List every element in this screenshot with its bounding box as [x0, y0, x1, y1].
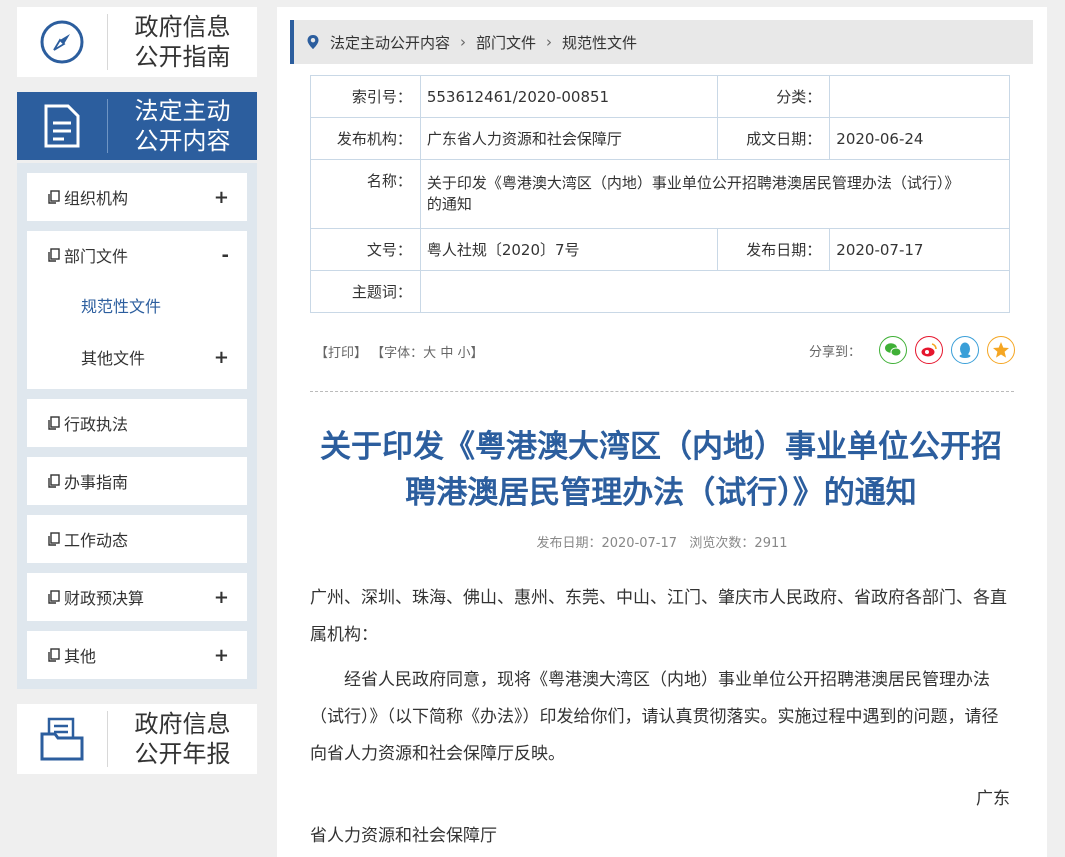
font-size-prefix: 【字体：: [371, 346, 424, 361]
meta-value: [829, 75, 1010, 118]
expand-icon[interactable]: +: [214, 645, 229, 666]
recipients: 广州、深圳、珠海、佛山、惠州、东莞、中山、江门、肇庆市人民政府、省政府各部门、各…: [310, 588, 1007, 645]
article-title: 关于印发《粤港澳大湾区（内地）事业单位公开招 聘港澳居民管理办法（试行）》的通知: [300, 424, 1022, 516]
sidebar-group-department-docs: 部门文件 - 规范性文件 其他文件 +: [27, 231, 247, 389]
article-body: 广州、深圳、珠海、佛山、惠州、东莞、中山、江门、肇庆市人民政府、省政府各部门、各…: [310, 580, 1010, 855]
share-label: 分享到：: [808, 344, 861, 360]
active-title-line2: 公开内容: [134, 127, 231, 155]
meta-value: [419, 270, 1011, 313]
active-disclosure-link[interactable]: 法定主动 公开内容: [17, 92, 257, 160]
meta-value: 粤人社规〔2020〕7号: [419, 228, 719, 271]
sidebar-item-label: 部门文件: [64, 247, 129, 266]
page-icon: [48, 248, 60, 262]
meta-value: 2020-07-17: [829, 228, 1010, 271]
page-icon: [48, 532, 60, 546]
qq-icon[interactable]: [951, 336, 979, 364]
page-icon: [48, 648, 60, 662]
article-toolbar: 【打印】 【字体：大 中 小】 分享到：: [315, 336, 1015, 366]
guide-title-line2: 公开指南: [134, 43, 231, 71]
meta-value: 2020-06-24: [829, 117, 1010, 160]
breadcrumb-item[interactable]: 规范性文件: [562, 32, 637, 53]
meta-label: 发布日期：: [717, 228, 831, 271]
font-large-link[interactable]: 大: [423, 346, 436, 361]
sidebar-item-budget[interactable]: 财政预决算 +: [27, 573, 247, 621]
folder-icon: [17, 716, 107, 762]
page-icon: [48, 190, 60, 204]
meta-value: 广东省人力资源和社会保障厅: [419, 117, 719, 160]
expand-icon[interactable]: +: [214, 187, 229, 208]
paragraph: 经省人民政府同意，现将《粤港澳大湾区（内地）事业单位公开招聘港澳居民管理办法（试…: [310, 670, 999, 764]
compass-icon: [17, 19, 107, 65]
breadcrumb-item[interactable]: 部门文件: [476, 32, 536, 53]
sidebar-item-law-enforcement[interactable]: 行政执法: [27, 399, 247, 447]
chevron-right-icon: ›: [546, 33, 553, 51]
publish-info: 发布日期：2020-07-17 浏览次数：2911: [536, 536, 788, 551]
meta-label: 成文日期：: [717, 117, 831, 160]
sidebar-item-organization[interactable]: 组织机构 +: [27, 173, 247, 221]
signature-line2: 省人力资源和社会保障厅: [310, 826, 497, 846]
sidebar-item-label: 行政执法: [64, 415, 129, 434]
document-icon: [17, 103, 107, 149]
expand-icon[interactable]: +: [214, 587, 229, 608]
chevron-right-icon: ›: [460, 33, 467, 51]
sidebar-item-service-guide[interactable]: 办事指南: [27, 457, 247, 505]
meta-label: 分类：: [717, 75, 831, 118]
breadcrumb: 法定主动公开内容 › 部门文件 › 规范性文件: [290, 20, 1033, 64]
meta-value: 关于印发《粤港澳大湾区（内地）事业单位公开招聘港澳居民管理办法（试行）》的通知: [419, 159, 1011, 229]
annual-title: 政府信息 公开年报: [108, 709, 257, 769]
breadcrumb-item[interactable]: 法定主动公开内容: [330, 32, 450, 53]
page-icon: [48, 474, 60, 488]
meta-label: 名称：: [310, 159, 421, 229]
collapse-icon[interactable]: -: [222, 245, 229, 266]
meta-value: 553612461/2020-00851: [419, 75, 719, 118]
meta-label: 索引号：: [310, 75, 421, 118]
sidebar-item-label: 组织机构: [64, 189, 129, 208]
main-content: 法定主动公开内容 › 部门文件 › 规范性文件 索引号： 553612461/2…: [277, 7, 1047, 857]
active-title: 法定主动 公开内容: [108, 96, 257, 156]
expand-icon[interactable]: +: [214, 347, 229, 368]
wechat-icon[interactable]: [879, 336, 907, 364]
active-title-line1: 法定主动: [134, 97, 231, 125]
divider: [310, 391, 1014, 392]
share-bar: 分享到：: [809, 336, 1015, 364]
meta-label: 发布机构：: [310, 117, 421, 160]
sidebar-item-work-news[interactable]: 工作动态: [27, 515, 247, 563]
sidebar-subitem-other-docs[interactable]: 其他文件 +: [27, 331, 247, 383]
font-size-suffix: 】: [470, 346, 484, 361]
sidebar-nav: 组织机构 + 部门文件 - 规范性文件 其他文件 + 行政执法 办事指南 工作动…: [17, 163, 257, 689]
guide-title: 政府信息 公开指南: [108, 12, 257, 72]
public-info-guide-link[interactable]: 政府信息 公开指南: [17, 7, 257, 77]
font-medium-link[interactable]: 中: [440, 346, 453, 361]
print-link[interactable]: 【打印】: [315, 346, 367, 361]
sidebar-subitem-label: 规范性文件: [81, 297, 162, 316]
meta-label: 文号：: [310, 228, 421, 271]
annual-title-line1: 政府信息: [134, 710, 231, 738]
sidebar-subitem-normative-docs[interactable]: 规范性文件: [27, 279, 247, 331]
article-title-line2: 聘港澳居民管理办法（试行）》的通知: [405, 475, 917, 511]
annual-title-line2: 公开年报: [134, 740, 231, 768]
annual-report-link[interactable]: 政府信息 公开年报: [17, 704, 257, 774]
font-small-link[interactable]: 小: [457, 346, 470, 361]
guide-title-line1: 政府信息: [134, 13, 231, 41]
sidebar-item-label: 其他: [64, 647, 97, 666]
sidebar-item-department-docs[interactable]: 部门文件 -: [27, 231, 247, 279]
location-pin-icon: [307, 35, 319, 49]
sidebar-item-other[interactable]: 其他 +: [27, 631, 247, 679]
page-icon: [48, 590, 60, 604]
meta-label: 主题词：: [310, 270, 421, 313]
qzone-icon[interactable]: [987, 336, 1015, 364]
page-icon: [48, 416, 60, 430]
sidebar-subitem-label: 其他文件: [81, 349, 146, 368]
article-title-line1: 关于印发《粤港澳大湾区（内地）事业单位公开招: [320, 429, 1002, 465]
signature-line1: 广东: [976, 789, 1010, 809]
sidebar-item-label: 工作动态: [64, 531, 129, 550]
sidebar-item-label: 办事指南: [64, 473, 129, 492]
sidebar: 政府信息 公开指南 法定主动 公开内容 组织机构 + 部门文件 - 规范性文件 …: [17, 7, 257, 774]
weibo-icon[interactable]: [915, 336, 943, 364]
sidebar-item-label: 财政预决算: [64, 589, 145, 608]
document-meta-table: 索引号： 553612461/2020-00851 分类： 发布机构： 广东省人…: [310, 75, 1011, 313]
